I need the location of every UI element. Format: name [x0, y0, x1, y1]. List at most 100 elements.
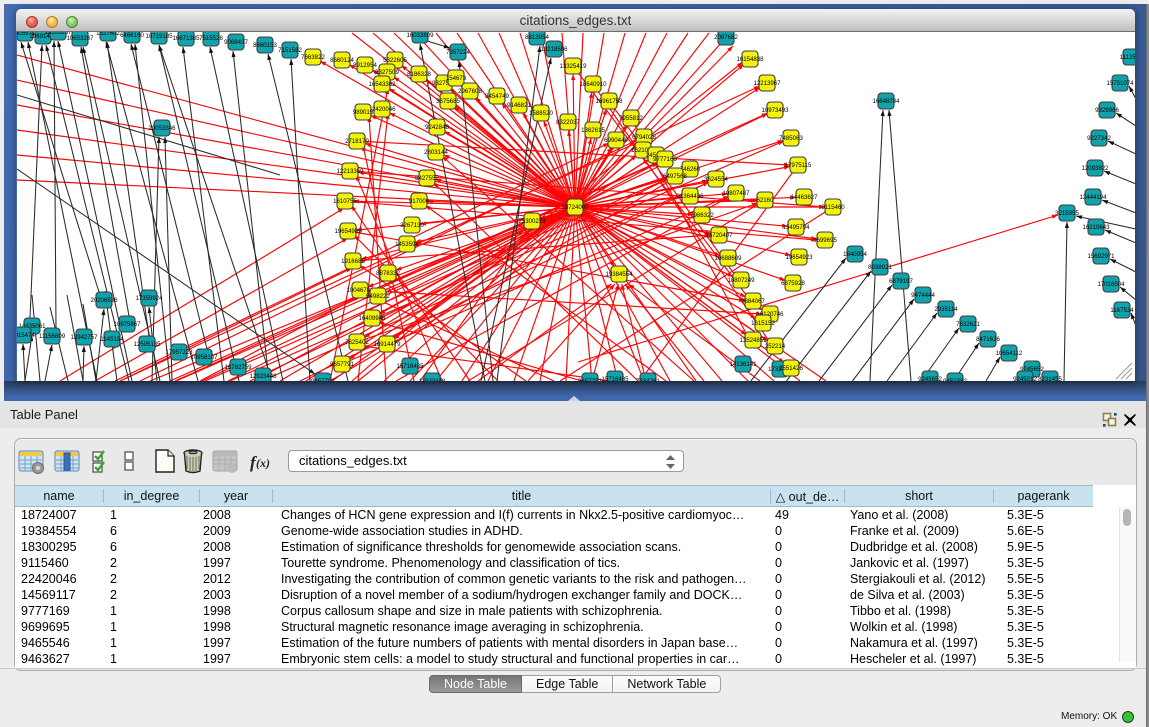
svg-text:20053346: 20053346 — [148, 125, 176, 132]
svg-text:1916685: 1916685 — [341, 258, 365, 265]
svg-text:16782759: 16782759 — [224, 364, 252, 371]
svg-text:8186328: 8186328 — [407, 71, 431, 78]
svg-text:7357224: 7357224 — [446, 49, 470, 56]
svg-text:12213369: 12213369 — [336, 168, 364, 175]
svg-text:16671385: 16671385 — [172, 35, 200, 42]
svg-text:13325419: 13325419 — [559, 63, 587, 70]
svg-text:9884067: 9884067 — [741, 298, 765, 305]
svg-text:1615152: 1615152 — [751, 320, 775, 327]
svg-text:17957223: 17957223 — [165, 349, 193, 356]
svg-text:10688609: 10688609 — [714, 255, 742, 262]
svg-text:10958107: 10958107 — [190, 354, 218, 361]
svg-text:9068437: 9068437 — [224, 39, 248, 46]
svg-text:9327509: 9327509 — [375, 69, 399, 76]
svg-text:15720407: 15720407 — [705, 232, 733, 239]
svg-text:9227342: 9227342 — [1087, 135, 1111, 142]
svg-text:1362615: 1362615 — [581, 127, 605, 134]
svg-text:3915474: 3915474 — [17, 332, 35, 339]
svg-text:16543362: 16543362 — [368, 81, 396, 88]
svg-text:10719185: 10719185 — [145, 33, 173, 40]
svg-text:12942757: 12942757 — [70, 334, 98, 341]
svg-text:9457791: 9457791 — [311, 378, 335, 381]
svg-text:8813054: 8813054 — [525, 34, 549, 41]
svg-text:17975115: 17975115 — [785, 162, 812, 169]
svg-text:12093822: 12093822 — [1081, 165, 1109, 172]
svg-text:10975867: 10975867 — [113, 321, 141, 328]
svg-text:16648784: 16648784 — [872, 98, 900, 105]
svg-text:8660153: 8660153 — [253, 42, 277, 49]
svg-text:16154838: 16154838 — [736, 56, 764, 63]
svg-text:19384554: 19384554 — [605, 271, 633, 278]
svg-text:7485063: 7485063 — [779, 135, 803, 142]
svg-text:15751074: 15751074 — [1106, 80, 1134, 87]
svg-text:989015: 989015 — [353, 109, 374, 116]
svg-text:17359924: 17359924 — [135, 295, 163, 302]
svg-text:9777169: 9777169 — [653, 156, 677, 163]
svg-text:11156809: 11156809 — [39, 333, 66, 340]
svg-text:6794028: 6794028 — [632, 134, 656, 141]
svg-text:10807487: 10807487 — [722, 190, 750, 197]
svg-text:11923448: 11923448 — [419, 378, 446, 381]
svg-text:9245012: 9245012 — [1013, 376, 1037, 381]
svg-text:10653287: 10653287 — [66, 35, 94, 42]
svg-text:2087682: 2087682 — [714, 34, 738, 41]
svg-text:7663822: 7663822 — [301, 54, 325, 61]
svg-text:3267130: 3267130 — [400, 222, 424, 229]
svg-text:19218506: 19218506 — [540, 46, 568, 53]
svg-text:2551426: 2551426 — [779, 365, 803, 372]
svg-text:18807249: 18807249 — [727, 277, 755, 284]
svg-text:15716485: 15716485 — [396, 363, 424, 370]
svg-text:14136141: 14136141 — [729, 361, 757, 368]
svg-text:20206536: 20206536 — [90, 297, 118, 304]
svg-text:9657791: 9657791 — [578, 378, 602, 381]
svg-text:12923448: 12923448 — [249, 373, 277, 380]
svg-text:1453594: 1453594 — [395, 241, 419, 248]
svg-text:8660124: 8660124 — [330, 57, 354, 64]
svg-text:7625402: 7625402 — [345, 339, 369, 346]
svg-text:1167534: 1167534 — [1110, 307, 1134, 314]
svg-text:7515526: 7515526 — [199, 35, 223, 42]
svg-text:15716485: 15716485 — [601, 376, 629, 381]
svg-text:8427552: 8427552 — [415, 175, 439, 182]
svg-text:9451082: 9451082 — [943, 378, 967, 381]
svg-text:1610755: 1610755 — [333, 198, 357, 205]
svg-text:9242848: 9242848 — [425, 124, 449, 131]
svg-text:1588520: 1588520 — [529, 110, 553, 117]
svg-text:1145194: 1145194 — [100, 336, 124, 343]
svg-text:8231455: 8231455 — [1038, 376, 1062, 381]
svg-text:9115460: 9115460 — [821, 204, 845, 211]
svg-text:7632621: 7632621 — [956, 321, 980, 328]
svg-text:6990448: 6990448 — [604, 137, 628, 144]
svg-text:16210643: 16210643 — [1082, 224, 1110, 231]
svg-text:6466160: 6466160 — [120, 32, 144, 39]
svg-text:25300273: 25300273 — [518, 218, 546, 225]
svg-text:5498222: 5498222 — [366, 293, 390, 300]
svg-text:14463627: 14463627 — [790, 194, 818, 201]
svg-text:21364436: 21364436 — [676, 193, 704, 200]
svg-text:16033809: 16033809 — [406, 32, 434, 39]
svg-text:10654112: 10654112 — [996, 350, 1023, 357]
svg-text:10973493: 10973493 — [761, 107, 789, 114]
svg-text:1112503: 1112503 — [1120, 54, 1135, 61]
svg-text:18724007: 18724007 — [561, 204, 589, 211]
svg-text:917006: 917006 — [409, 198, 430, 205]
svg-text:2718170: 2718170 — [345, 138, 369, 145]
svg-text:1527602: 1527602 — [96, 32, 120, 37]
svg-text:9699695: 9699695 — [813, 237, 837, 244]
svg-text:8878332: 8878332 — [376, 270, 400, 277]
svg-text:(x): (x) — [256, 456, 270, 470]
svg-text:9657791: 9657791 — [330, 361, 354, 368]
svg-text:5322605: 5322605 — [383, 57, 407, 64]
svg-text:12444194: 12444194 — [1079, 194, 1107, 201]
svg-text:154673: 154673 — [446, 75, 467, 82]
svg-text:8912954: 8912954 — [353, 62, 377, 69]
svg-text:7151582: 7151582 — [278, 47, 302, 54]
svg-text:17016504: 17016504 — [1097, 281, 1125, 288]
svg-text:19654985: 19654985 — [334, 228, 362, 235]
svg-text:16914479: 16914479 — [373, 341, 401, 348]
svg-text:13524851: 13524851 — [739, 337, 767, 344]
svg-text:1640954: 1640954 — [843, 251, 867, 258]
svg-text:19654923: 19654923 — [785, 254, 813, 261]
svg-text:7955812: 7955812 — [619, 115, 643, 122]
svg-text:18640910: 18640910 — [579, 81, 607, 88]
